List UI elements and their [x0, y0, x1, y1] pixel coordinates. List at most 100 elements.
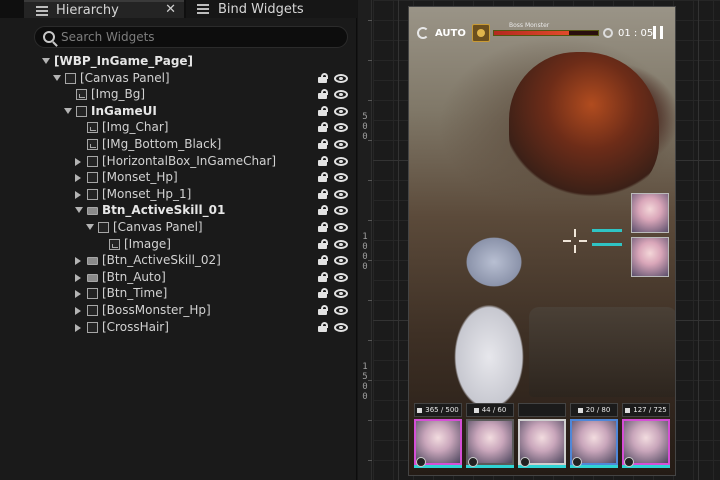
lock-icon[interactable] — [318, 122, 328, 133]
list-icon — [197, 4, 209, 14]
eye-icon[interactable] — [334, 272, 348, 282]
tree-item[interactable]: [Monset_Hp] — [0, 170, 357, 186]
lock-icon[interactable] — [318, 305, 328, 315]
panel-widget-icon — [87, 188, 98, 200]
lock-icon[interactable] — [318, 172, 328, 183]
caret-down-icon[interactable] — [75, 207, 83, 214]
caret-right-icon[interactable] — [75, 323, 81, 332]
eye-icon[interactable] — [334, 256, 348, 266]
eye-icon[interactable] — [334, 90, 348, 100]
tab-bind-widgets[interactable]: Bind Widgets — [186, 0, 357, 18]
lock-icon[interactable] — [318, 155, 328, 166]
member-hp — [518, 403, 566, 417]
eye-icon[interactable] — [334, 156, 348, 166]
button-widget-icon — [87, 273, 98, 282]
caret-right-icon[interactable] — [75, 290, 81, 299]
lock-icon[interactable] — [318, 321, 328, 332]
member-hp-value: 44 / 60 — [481, 406, 507, 414]
tree-item[interactable]: [WBP_InGame_Page] — [0, 54, 357, 70]
eye-icon[interactable] — [334, 289, 348, 299]
panel-widget-icon — [87, 321, 98, 333]
caret-down-icon[interactable] — [42, 58, 50, 64]
member-hp-value: 127 / 725 — [633, 406, 667, 414]
skill-badge-icon — [520, 457, 530, 467]
search-box[interactable] — [34, 26, 348, 48]
eye-icon[interactable] — [334, 322, 348, 332]
tree-item[interactable]: [Img_Bg] — [0, 87, 357, 103]
tree-item[interactable]: [HorizontalBox_InGameChar] — [0, 154, 357, 170]
tree-item[interactable]: [IMg_Bottom_Black] — [0, 137, 357, 153]
pause-button[interactable] — [653, 26, 664, 39]
search-icon — [43, 31, 55, 43]
lock-icon[interactable] — [318, 255, 328, 266]
heart-icon — [473, 407, 479, 413]
caret-down-icon[interactable] — [53, 74, 61, 81]
search-input[interactable] — [61, 29, 341, 45]
caret-right-icon[interactable] — [75, 307, 81, 315]
eye-icon[interactable] — [334, 73, 348, 83]
lock-icon[interactable] — [318, 72, 328, 83]
tab-hierarchy[interactable]: Hierarchy ✕ — [24, 0, 184, 18]
tree-item-label: [BossMonster_Hp] — [102, 303, 211, 317]
caret-down-icon[interactable] — [86, 224, 94, 230]
tree-item[interactable]: [CrossHair] — [0, 320, 357, 336]
tree-item[interactable]: [Canvas Panel] — [0, 71, 357, 87]
crosshair-icon — [563, 229, 587, 253]
image-widget-icon — [109, 238, 120, 250]
lock-icon[interactable] — [318, 222, 328, 232]
close-icon[interactable]: ✕ — [165, 2, 176, 17]
game-preview[interactable]: AUTO Boss Monster 01 : 05 365 / 500 44 / … — [408, 6, 676, 476]
eye-icon[interactable] — [334, 189, 348, 199]
tree-item[interactable]: [Btn_Auto] — [0, 270, 357, 286]
team-member-card[interactable] — [518, 403, 566, 471]
boss-skull-icon — [472, 24, 490, 42]
lock-icon[interactable] — [318, 238, 328, 249]
eye-icon[interactable] — [334, 206, 348, 216]
team-member-card[interactable]: 44 / 60 — [466, 403, 514, 471]
caret-right-icon[interactable] — [75, 174, 81, 183]
clock-icon — [603, 28, 613, 38]
lock-icon[interactable] — [318, 205, 328, 216]
lock-icon[interactable] — [318, 105, 328, 116]
tree-item[interactable]: [Btn_Time] — [0, 286, 357, 302]
tree-item[interactable]: [Canvas Panel] — [0, 220, 357, 236]
tree-item[interactable]: [BossMonster_Hp] — [0, 303, 357, 319]
image-widget-icon — [87, 122, 98, 134]
eye-icon[interactable] — [334, 106, 348, 116]
eye-icon[interactable] — [334, 239, 348, 249]
team-bar: 365 / 500 44 / 60 20 / 80 127 / 725 — [414, 403, 672, 473]
ruler-mark: 1000 — [362, 232, 368, 272]
lock-icon[interactable] — [318, 288, 328, 299]
lock-icon[interactable] — [318, 188, 328, 199]
team-member-card[interactable]: 365 / 500 — [414, 403, 462, 471]
tree-item[interactable]: [Image] — [0, 237, 357, 253]
lock-icon[interactable] — [318, 89, 328, 100]
team-member-card[interactable]: 20 / 80 — [570, 403, 618, 471]
character-artwork — [409, 217, 589, 417]
caret-down-icon[interactable] — [64, 107, 72, 114]
caret-right-icon[interactable] — [75, 190, 81, 199]
eye-icon[interactable] — [334, 223, 348, 232]
caret-right-icon[interactable] — [75, 257, 81, 266]
eye-icon[interactable] — [334, 306, 348, 315]
caret-right-icon[interactable] — [75, 157, 81, 166]
tab-hierarchy-label: Hierarchy — [56, 2, 119, 18]
eye-icon[interactable] — [334, 140, 348, 149]
tree-item[interactable]: InGameUI — [0, 104, 357, 120]
eye-icon[interactable] — [334, 173, 348, 183]
panel-widget-icon — [87, 288, 98, 300]
team-member-card[interactable]: 127 / 725 — [622, 403, 670, 471]
button-widget-icon — [87, 257, 98, 266]
caret-right-icon[interactable] — [75, 273, 81, 282]
lock-icon[interactable] — [318, 271, 328, 282]
tree-item[interactable]: [Img_Char] — [0, 120, 357, 136]
tree-item[interactable]: Btn_ActiveSkill_01 — [0, 203, 357, 219]
tree-item-label: [HorizontalBox_InGameChar] — [102, 153, 277, 168]
tree-item[interactable]: [Btn_ActiveSkill_02] — [0, 253, 357, 269]
eye-icon[interactable] — [334, 123, 348, 133]
auto-button[interactable]: AUTO — [417, 25, 466, 41]
list-icon — [36, 6, 48, 16]
designer-canvas[interactable]: 500 1000 1500 AUTO Boss Monster 01 : 05 — [358, 0, 720, 480]
tree-item[interactable]: [Monset_Hp_1] — [0, 187, 357, 203]
lock-icon[interactable] — [318, 139, 328, 149]
